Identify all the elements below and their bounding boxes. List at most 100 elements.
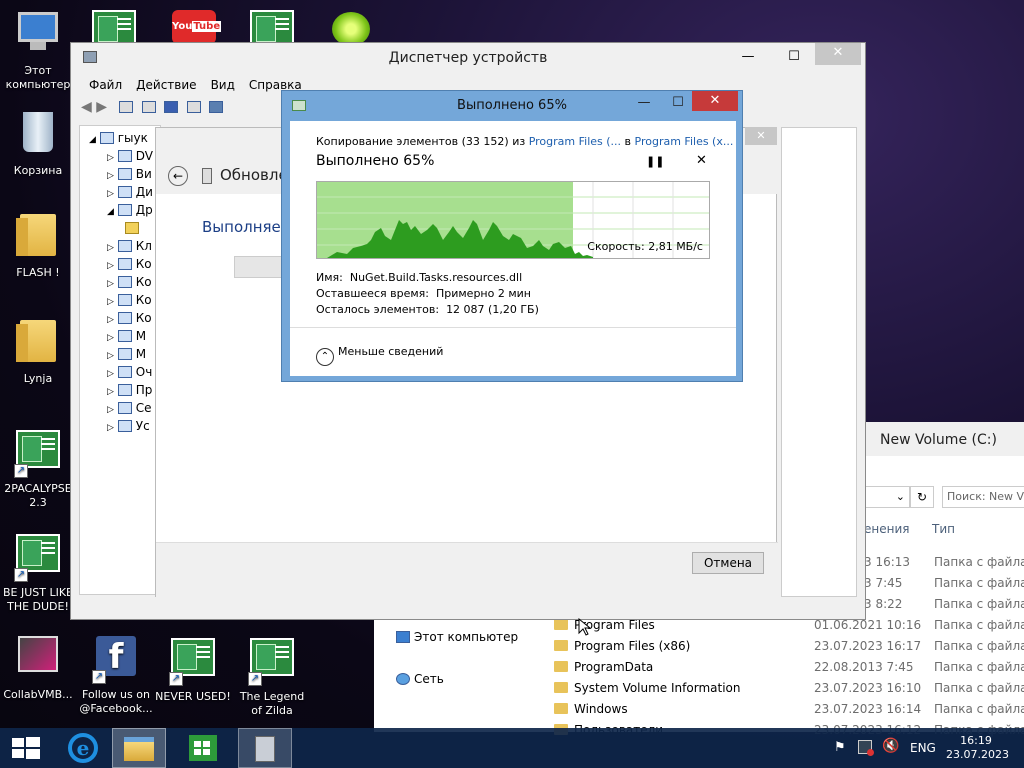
- clock[interactable]: 16:19 23.07.2023: [946, 734, 1009, 762]
- scrollbar[interactable]: [781, 127, 857, 597]
- desktop-icon-legend-of-zilda[interactable]: ↗ The Legend of Zilda: [234, 634, 310, 718]
- desktop-icon-app[interactable]: [250, 10, 296, 48]
- desktop-icon-2pacalypse[interactable]: ↗ 2PACALYPSE 2.3: [0, 426, 76, 510]
- search-input[interactable]: Поиск: New V: [942, 486, 1024, 508]
- tree-item[interactable]: [89, 219, 153, 237]
- explorer-title: New Volume (C:): [880, 432, 997, 448]
- taskbar-ie[interactable]: e: [56, 728, 110, 768]
- properties-icon[interactable]: [119, 101, 134, 113]
- youtube-icon[interactable]: YouTube: [172, 10, 222, 44]
- chevron-down-icon: ⌄: [895, 490, 905, 503]
- close-button[interactable]: ✕: [692, 91, 738, 111]
- column-header-date[interactable]: енения: [864, 522, 909, 536]
- folder-icon: [14, 320, 62, 368]
- tree-root[interactable]: ◢ гыук: [89, 129, 153, 147]
- copy-body: Копирование элементов (33 152) из Progra…: [290, 121, 736, 376]
- close-icon: ✕: [709, 93, 721, 108]
- nav-item-this-pc[interactable]: Этот компьютер: [396, 630, 518, 644]
- menu-view[interactable]: Вид: [211, 78, 235, 92]
- facebook-icon: f ↗: [92, 636, 140, 684]
- pause-icon: ❚❚: [646, 155, 665, 168]
- taskbar-store[interactable]: [176, 728, 230, 768]
- tree-item[interactable]: ◢ Др: [89, 201, 153, 219]
- desktop-icon-app[interactable]: [92, 10, 138, 48]
- tree-item[interactable]: ▷ Ко: [89, 255, 153, 273]
- table-row[interactable]: Windows23.07.2023 16:14Папка с файлам: [554, 699, 1024, 720]
- explorer-address-bar: ⌄ ↻ Поиск: New V енения Тип: [864, 456, 1024, 546]
- refresh-icon: ↻: [916, 490, 928, 504]
- back-arrow-icon[interactable]: ◀: [81, 99, 92, 115]
- taskbar-device-manager[interactable]: [238, 728, 292, 768]
- cancel-copy-button[interactable]: ✕: [696, 153, 707, 168]
- view-icon[interactable]: [186, 101, 201, 113]
- menu-file[interactable]: Файл: [89, 78, 122, 92]
- explorer-nav-pane: Этот компьютер Сеть: [374, 616, 542, 732]
- address-dropdown[interactable]: ⌄: [864, 486, 910, 508]
- wizard-close-button[interactable]: ✕: [745, 127, 777, 145]
- store-icon: [189, 735, 217, 761]
- desktop-icon-this-pc[interactable]: Этот компьютер: [0, 8, 76, 92]
- desktop-icon-facebook[interactable]: f ↗ Follow us on @Facebook...: [78, 634, 154, 716]
- tree-item[interactable]: ▷ Ус: [89, 417, 153, 435]
- desktop-icon-never-used[interactable]: ↗ NEVER USED!: [155, 634, 231, 704]
- language-indicator[interactable]: ENG: [910, 741, 936, 755]
- detail-items: Осталось элементов: 12 087 (1,20 ГБ): [316, 303, 539, 316]
- tray-volume-icon[interactable]: 🔇: [882, 738, 899, 754]
- tree-item[interactable]: ▷ Кл: [89, 237, 153, 255]
- table-row[interactable]: ProgramData22.08.2013 7:45Папка с файлам: [554, 657, 1024, 678]
- pause-button[interactable]: ❚❚: [646, 155, 664, 168]
- refresh-button[interactable]: ↻: [910, 486, 934, 508]
- tree-item[interactable]: ▷ DV: [89, 147, 153, 165]
- shortcut-icon: ↗: [14, 430, 62, 478]
- forward-arrow-icon[interactable]: ▶: [96, 99, 107, 115]
- minimize-button[interactable]: —: [630, 93, 658, 113]
- shortcut-icon: ↗: [14, 534, 62, 582]
- table-row[interactable]: System Volume Information 23.07.2023 16:1…: [554, 678, 1024, 699]
- lime-icon[interactable]: [332, 12, 370, 46]
- maximize-button[interactable]: ☐: [664, 93, 692, 113]
- tray-flag-icon[interactable]: ⚑: [834, 740, 846, 755]
- back-button[interactable]: ←: [168, 166, 188, 186]
- destination-link[interactable]: Program Files (x...: [635, 135, 734, 148]
- menu-action[interactable]: Действие: [136, 78, 196, 92]
- tree-item[interactable]: ▷ Ко: [89, 273, 153, 291]
- less-details-button[interactable]: ⌃ Меньше сведений: [316, 345, 443, 366]
- tree-item[interactable]: ▷ Ви: [89, 165, 153, 183]
- desktop-icon-recycle-bin[interactable]: Корзина: [0, 108, 76, 178]
- scan-icon[interactable]: [209, 101, 224, 113]
- source-link[interactable]: Program Files (...: [529, 135, 621, 148]
- windows-logo-icon: [12, 737, 40, 759]
- list-icon[interactable]: [141, 101, 156, 113]
- tree-item[interactable]: ▷ Пр: [89, 381, 153, 399]
- desktop-icon-collabvm[interactable]: CollabVMB...: [0, 630, 76, 702]
- wizard-footer: [156, 542, 778, 598]
- tree-item[interactable]: ▷ М: [89, 345, 153, 363]
- tree-item[interactable]: ▷ Ко: [89, 291, 153, 309]
- desktop-icon-flash[interactable]: FLASH !: [0, 212, 76, 280]
- computer-icon: [396, 631, 410, 643]
- maximize-button[interactable]: ☐: [771, 47, 817, 67]
- cancel-button[interactable]: Отмена: [692, 552, 764, 574]
- tree-item[interactable]: ▷ Ди: [89, 183, 153, 201]
- column-header-type[interactable]: Тип: [932, 522, 955, 536]
- table-row[interactable]: Program Files (x86) 23.07.2023 16:17 Папка…: [554, 636, 1024, 657]
- taskbar-explorer[interactable]: [112, 728, 166, 768]
- tree-item[interactable]: ▷ Оч: [89, 363, 153, 381]
- close-icon: ✕: [832, 45, 844, 60]
- tree-item[interactable]: ▷ М: [89, 327, 153, 345]
- help-icon[interactable]: [164, 101, 179, 113]
- nav-item-network[interactable]: Сеть: [396, 672, 444, 686]
- tray-network-icon[interactable]: [858, 740, 874, 756]
- desktop-icon-lynja[interactable]: Lynja: [0, 318, 76, 386]
- tree-item[interactable]: ▷ Се: [89, 399, 153, 417]
- computer-icon: [99, 132, 114, 144]
- maximize-icon: ☐: [672, 95, 684, 110]
- speed-label: Скорость: 2,81 МБ/с: [587, 240, 703, 253]
- desktop-icon-be-just-like[interactable]: ↗ BE JUST LIKE THE DUDE!: [0, 530, 76, 614]
- speed-area: [327, 220, 593, 258]
- tree-item[interactable]: ▷ Ко: [89, 309, 153, 327]
- close-button[interactable]: ✕: [815, 43, 861, 65]
- progress-label: Выполнено 65%: [316, 153, 435, 169]
- minimize-button[interactable]: —: [725, 47, 771, 67]
- start-button[interactable]: [0, 728, 54, 768]
